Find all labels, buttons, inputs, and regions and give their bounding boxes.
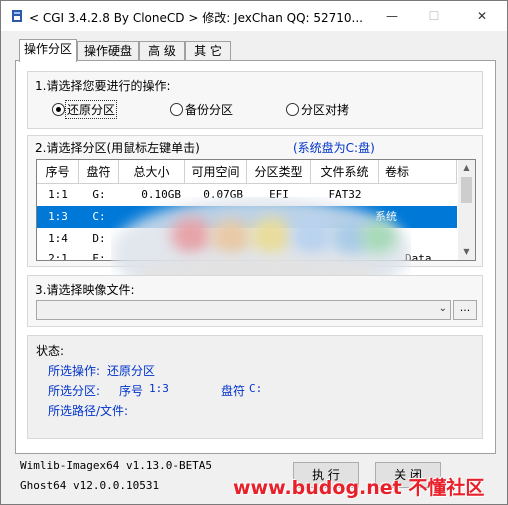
column-header[interactable]: 分区类型 bbox=[247, 160, 311, 184]
window-title: < CGI 3.4.2.8 By CloneCD > 修改: JexChan Q… bbox=[29, 11, 363, 25]
main-window: < CGI 3.4.2.8 By CloneCD > 修改: JexChan Q… bbox=[0, 0, 508, 505]
maximize-icon: ☐ bbox=[428, 9, 440, 23]
close-window-button[interactable]: ✕ bbox=[459, 1, 505, 31]
column-header[interactable]: 文件系统 bbox=[311, 160, 379, 184]
cell-no: 1:1 bbox=[48, 188, 68, 201]
minimize-icon: — bbox=[386, 9, 398, 23]
watermark: www.budog.net 不懂社区 bbox=[233, 473, 484, 500]
scroll-down-icon[interactable]: ▼ bbox=[458, 244, 475, 260]
app-icon bbox=[12, 10, 22, 22]
status-path-label: 所选路径/文件: bbox=[48, 404, 129, 418]
watermark-site: 不懂社区 bbox=[408, 477, 485, 499]
column-header[interactable]: 卷标 bbox=[379, 160, 457, 184]
cell-no: 2:1 bbox=[48, 252, 68, 261]
column-header[interactable]: 可用空间 bbox=[185, 160, 247, 184]
tab-label: 操作分区 bbox=[23, 42, 72, 56]
operation-heading: 1.请选择您要进行的操作: bbox=[35, 79, 171, 93]
status-operation-label: 所选操作: bbox=[48, 364, 101, 378]
image-file-select[interactable]: ⌄ bbox=[36, 300, 451, 320]
system-drive-note: (系统盘为C:盘) bbox=[293, 141, 375, 155]
status-partition-no-label: 序号 bbox=[119, 384, 144, 398]
column-header[interactable]: 序号 bbox=[37, 160, 79, 184]
table-vertical-scrollbar[interactable]: ▲ ▼ bbox=[458, 160, 475, 260]
browse-button[interactable]: ... bbox=[453, 300, 477, 320]
status-partition-no-value: 1:3 bbox=[149, 382, 169, 395]
tab-other[interactable]: 其 它 bbox=[185, 41, 231, 61]
ghost-version: Ghost64 v12.0.0.10531 bbox=[20, 479, 160, 492]
status-partition-label: 所选分区: bbox=[48, 384, 101, 398]
radio-copy[interactable] bbox=[286, 103, 299, 116]
radio-backup[interactable] bbox=[170, 103, 183, 116]
column-header[interactable]: 总大小 bbox=[119, 160, 185, 184]
radio-restore[interactable] bbox=[52, 103, 65, 116]
cell-no: 1:4 bbox=[48, 232, 68, 245]
wimlib-version: Wimlib-Imagex64 v1.13.0-BETA5 bbox=[20, 459, 213, 472]
tab-advanced[interactable]: 高 级 bbox=[139, 41, 185, 61]
chevron-down-icon[interactable]: ⌄ bbox=[439, 303, 447, 314]
tab-label: 操作硬盘 bbox=[83, 44, 132, 58]
maximize-button[interactable]: ☐ bbox=[411, 1, 457, 31]
partition-heading: 2.请选择分区(用鼠标左键单击) bbox=[35, 141, 200, 155]
tab-label: 高 级 bbox=[148, 44, 176, 58]
image-heading: 3.请选择映像文件: bbox=[35, 283, 135, 297]
status-heading: 状态: bbox=[36, 344, 65, 358]
column-header[interactable]: 盘符 bbox=[79, 160, 119, 184]
status-operation-value: 还原分区 bbox=[107, 364, 156, 378]
radio-backup-label[interactable]: 备份分区 bbox=[185, 101, 233, 118]
watermark-url: www.budog.net bbox=[233, 477, 402, 499]
scroll-up-icon[interactable]: ▲ bbox=[458, 160, 475, 176]
close-icon: ✕ bbox=[476, 9, 488, 23]
tab-label: 其 它 bbox=[194, 44, 222, 58]
radio-restore-label[interactable]: 还原分区 bbox=[64, 100, 118, 119]
scroll-thumb[interactable] bbox=[461, 177, 472, 203]
status-drive-value: C: bbox=[249, 382, 263, 395]
title-bar[interactable]: < CGI 3.4.2.8 By CloneCD > 修改: JexChan Q… bbox=[1, 1, 507, 31]
radio-copy-label[interactable]: 分区对拷 bbox=[301, 101, 349, 118]
minimize-button[interactable]: — bbox=[369, 1, 415, 31]
tab-partition-ops[interactable]: 操作分区 bbox=[19, 39, 77, 62]
cell-label: Data bbox=[405, 252, 432, 261]
status-drive-label: 盘符 bbox=[221, 384, 246, 398]
cell-no: 1:3 bbox=[48, 210, 68, 223]
tab-disk-ops[interactable]: 操作硬盘 bbox=[77, 41, 139, 61]
